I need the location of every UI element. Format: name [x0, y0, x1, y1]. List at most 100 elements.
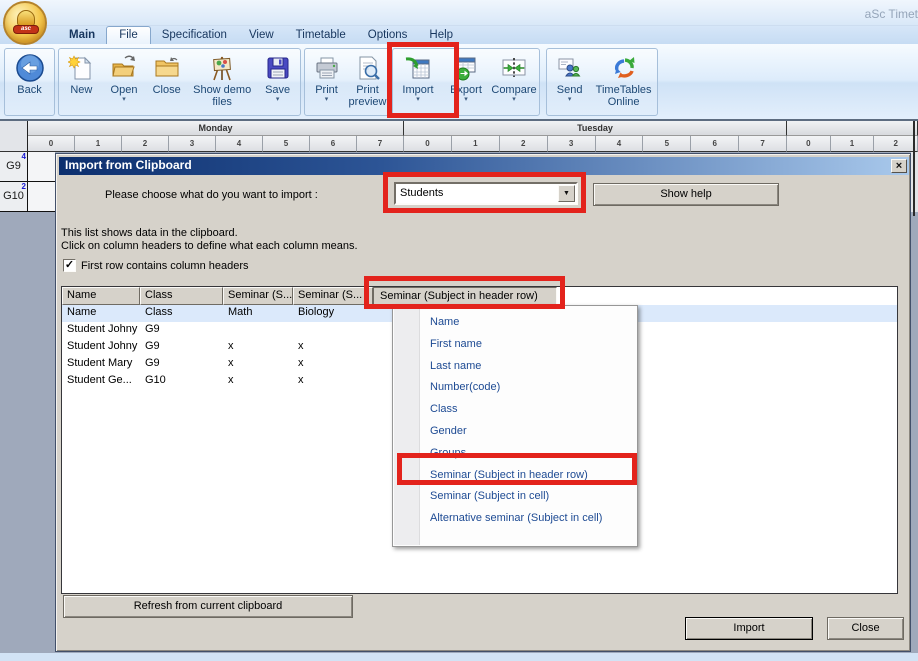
- period-cell[interactable]: 0: [787, 136, 831, 152]
- tab-view[interactable]: View: [238, 28, 285, 42]
- day-label-monday: Monday: [28, 121, 404, 136]
- back-icon: [15, 52, 45, 84]
- menu-item-name[interactable]: Name: [393, 312, 637, 334]
- bell-band-label: asc: [13, 25, 39, 34]
- send-dropdown-arrow-icon[interactable]: ▾: [568, 96, 572, 104]
- column-header-name[interactable]: Name: [62, 287, 140, 305]
- send-button[interactable]: Send ▾: [548, 50, 591, 114]
- new-button[interactable]: New: [60, 50, 103, 114]
- period-cell[interactable]: 0: [28, 136, 75, 152]
- period-cell[interactable]: 1: [452, 136, 500, 152]
- save-floppy-icon: [265, 52, 291, 84]
- import-type-prompt: Please choose what do you want to import…: [105, 189, 318, 201]
- column-header-filler: [557, 287, 897, 305]
- menu-item-first-name[interactable]: First name: [393, 334, 637, 356]
- class-row-header-g9[interactable]: G94: [0, 152, 28, 182]
- close-folder-icon: [153, 52, 181, 84]
- column-meaning-menu: Name First name Last name Number(code) C…: [392, 305, 638, 547]
- period-cell[interactable]: 1: [75, 136, 122, 152]
- print-icon: [314, 52, 340, 84]
- toolbar-group-online: Send ▾ TimeTables Online: [546, 48, 658, 116]
- period-cell[interactable]: 3: [548, 136, 596, 152]
- highlight-box-students-dropdown: [383, 172, 586, 213]
- column-header-class[interactable]: Class: [140, 287, 223, 305]
- window-titlebar: aSc Timet: [0, 0, 918, 26]
- ribbon-tab-bar: Main File Specification View Timetable O…: [0, 26, 918, 44]
- export-dropdown-arrow-icon[interactable]: ▾: [464, 96, 468, 104]
- menu-item-alternative-seminar[interactable]: Alternative seminar (Subject in cell): [393, 508, 637, 530]
- period-cell[interactable]: 5: [263, 136, 310, 152]
- dialog-import-button[interactable]: Import: [685, 617, 813, 640]
- menu-item-number-code[interactable]: Number(code): [393, 377, 637, 399]
- column-header-seminar1[interactable]: Seminar (S...: [223, 287, 293, 305]
- back-button[interactable]: Back: [6, 50, 53, 114]
- open-folder-icon: [110, 52, 138, 84]
- tab-help[interactable]: Help: [418, 28, 464, 42]
- show-help-button[interactable]: Show help: [593, 183, 779, 206]
- open-button[interactable]: Open ▾: [103, 50, 146, 114]
- grid-row-sliver: [28, 182, 55, 212]
- demo-easel-icon: [208, 52, 236, 84]
- dialog-close-icon[interactable]: ×: [891, 159, 907, 173]
- tab-file[interactable]: File: [106, 26, 151, 44]
- period-cell[interactable]: 2: [874, 136, 918, 152]
- period-cell[interactable]: 7: [357, 136, 404, 152]
- period-cell[interactable]: 1: [831, 136, 875, 152]
- period-cell[interactable]: 6: [691, 136, 739, 152]
- print-preview-button[interactable]: Print preview: [347, 50, 388, 114]
- tab-main[interactable]: Main: [58, 28, 106, 42]
- timetables-online-button[interactable]: TimeTables Online: [591, 50, 656, 114]
- save-button[interactable]: Save ▾: [256, 50, 299, 114]
- clipboard-info-line2: Click on column headers to define what e…: [61, 240, 358, 252]
- menu-item-last-name[interactable]: Last name: [393, 356, 637, 378]
- first-row-headers-checkbox[interactable]: ✓: [63, 259, 76, 272]
- menu-item-class[interactable]: Class: [393, 399, 637, 421]
- dialog-title: Import from Clipboard: [65, 158, 192, 172]
- compare-dropdown-arrow-icon[interactable]: ▾: [512, 96, 516, 104]
- show-demo-files-button[interactable]: Show demo files: [188, 50, 256, 114]
- window-bottom-strip: [0, 653, 918, 661]
- print-preview-icon: [355, 52, 381, 84]
- period-cell[interactable]: 4: [216, 136, 263, 152]
- grid-right-line: [913, 121, 915, 216]
- period-cell[interactable]: 6: [310, 136, 357, 152]
- asc-timetables-window: aSc Timet asc Main File Specification Vi…: [0, 0, 918, 661]
- period-cell[interactable]: 0: [404, 136, 452, 152]
- day-section-monday: Monday 0 1 2 3 4 5 6 7: [28, 121, 404, 152]
- save-dropdown-arrow-icon[interactable]: ▾: [276, 96, 280, 104]
- day-section-next: 0 1 2: [787, 121, 918, 152]
- period-cell[interactable]: 7: [739, 136, 787, 152]
- dialog-close-button[interactable]: Close: [827, 617, 904, 640]
- day-label-tuesday: Tuesday: [404, 121, 787, 136]
- highlight-box-import-button: [387, 42, 459, 118]
- menu-item-gender[interactable]: Gender: [393, 421, 637, 443]
- tab-options[interactable]: Options: [357, 28, 419, 42]
- highlight-box-column-header: [364, 276, 565, 309]
- period-cell[interactable]: 2: [500, 136, 548, 152]
- tab-timetable[interactable]: Timetable: [285, 28, 357, 42]
- day-label-next: [787, 121, 918, 136]
- bell-dome: [17, 10, 35, 26]
- first-row-headers-label: First row contains column headers: [81, 260, 249, 272]
- toolbar-group-back: Back: [4, 48, 55, 116]
- menu-item-seminar-cell[interactable]: Seminar (Subject in cell): [393, 486, 637, 508]
- period-cell[interactable]: 3: [169, 136, 216, 152]
- period-cell[interactable]: 5: [643, 136, 691, 152]
- toolbar-group-file: New Open ▾: [58, 48, 301, 116]
- period-cell[interactable]: 4: [596, 136, 644, 152]
- print-dropdown-arrow-icon[interactable]: ▾: [325, 96, 329, 104]
- column-header-seminar2[interactable]: Seminar (S...: [293, 287, 373, 305]
- tab-specification[interactable]: Specification: [151, 28, 238, 42]
- print-button[interactable]: Print ▾: [306, 50, 347, 114]
- asc-bell-logo-icon[interactable]: asc: [3, 1, 47, 45]
- open-dropdown-arrow-icon[interactable]: ▾: [122, 96, 126, 104]
- period-cell[interactable]: 2: [122, 136, 169, 152]
- class-row-header-g10[interactable]: G102: [0, 182, 28, 212]
- new-document-icon: [68, 52, 94, 84]
- class-count-badge: 2: [22, 183, 26, 191]
- refresh-clipboard-button[interactable]: Refresh from current clipboard: [63, 595, 353, 618]
- close-button[interactable]: Close: [145, 50, 188, 114]
- day-section-tuesday: Tuesday 0 1 2 3 4 5 6 7: [404, 121, 787, 152]
- toolbar-group-print: Print ▾ Print preview: [304, 48, 390, 116]
- compare-button[interactable]: Compare ▾: [490, 50, 538, 114]
